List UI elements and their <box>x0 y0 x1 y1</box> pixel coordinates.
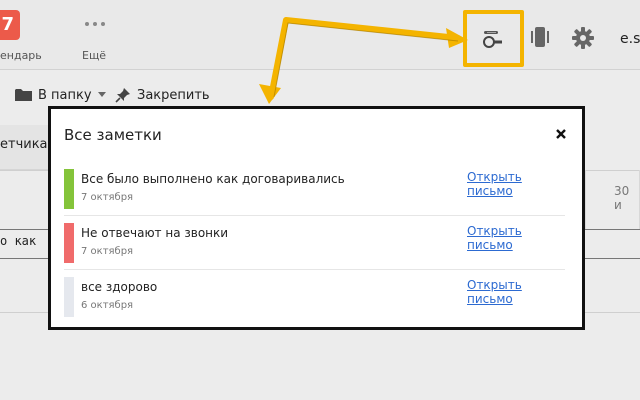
note-text: Не отвечают на звонки <box>81 226 229 240</box>
mail-header: 7 ендарь Ещё e.s <box>0 0 640 70</box>
calendar-label[interactable]: ендарь <box>0 49 42 62</box>
more-label[interactable]: Ещё <box>82 49 106 62</box>
note-color-marker <box>64 277 74 317</box>
pin-label: Закрепить <box>137 87 210 103</box>
note-item: все здорово 6 октября Открыть письмо <box>64 277 565 320</box>
note-text: Все было выполнено как договаривались <box>81 172 345 186</box>
chevron-down-icon <box>97 92 106 97</box>
note-color-marker <box>64 169 74 209</box>
account-label[interactable]: e.s <box>620 31 640 47</box>
open-email-link[interactable]: Открыть письмо <box>467 224 565 252</box>
pin-button[interactable]: Закрепить <box>115 86 210 104</box>
note-color-marker <box>64 223 74 263</box>
note-text: все здорово <box>81 280 158 294</box>
pin-icon <box>115 88 130 103</box>
open-email-link[interactable]: Открыть письмо <box>467 278 565 306</box>
mail-row-date: 30 и <box>614 184 630 212</box>
gear-icon <box>572 27 594 49</box>
note-item: Не отвечают на звонки 7 октября Открыть … <box>64 223 565 266</box>
note-date: 7 октября <box>81 192 134 203</box>
modal-title: Все заметки <box>64 126 162 144</box>
note-date: 7 октября <box>81 246 134 257</box>
ellipsis-icon[interactable] <box>83 20 107 28</box>
calendar-badge[interactable]: 7 <box>0 10 20 40</box>
settings-button[interactable] <box>572 27 594 49</box>
mail-list-tab[interactable]: етчика <box>0 125 50 170</box>
divider <box>64 269 565 270</box>
move-to-folder-label: В папку <box>38 87 92 103</box>
divider <box>64 215 565 216</box>
note-date: 6 октября <box>81 300 134 311</box>
mail-row-preview: о как <box>0 234 37 248</box>
close-button[interactable] <box>554 126 568 140</box>
sidebar-toggle-icon <box>531 27 549 47</box>
notes-button-highlight <box>463 10 524 67</box>
open-email-link[interactable]: Открыть письмо <box>467 170 565 198</box>
close-icon <box>556 129 566 139</box>
note-item: Все было выполнено как договаривались 7 … <box>64 169 565 212</box>
move-to-folder-button[interactable]: В папку <box>15 86 106 104</box>
mail-list-tab-label: етчика <box>0 137 48 152</box>
folder-icon <box>15 89 32 101</box>
notes-modal: Все заметки Все было выполнено как догов… <box>48 106 585 330</box>
sidebar-toggle-button[interactable] <box>530 26 550 48</box>
